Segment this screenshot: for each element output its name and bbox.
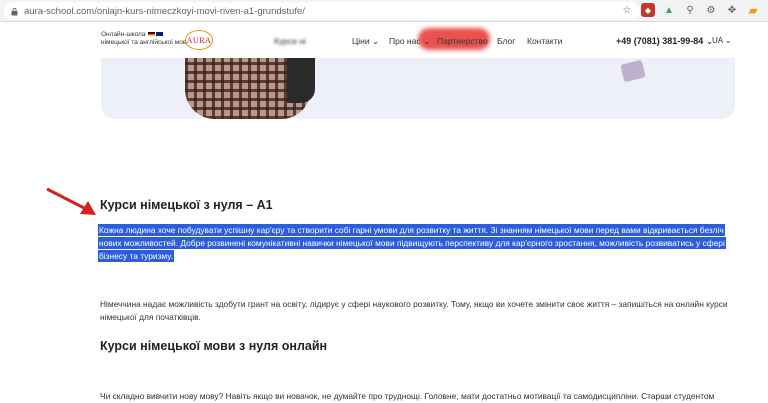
extension-bars-icon[interactable]: ▲	[662, 3, 676, 17]
address-bar[interactable]: aura-school.com/onlajn-kurs-nimeczkoyi-m…	[4, 2, 640, 20]
browser-actions: ☆ ◆ ▲ ⚲ ⚙ ✥ ▰ a ⋮	[620, 3, 768, 17]
phone-number[interactable]: +49 (7081) 381-99-84 ⌄	[616, 36, 713, 47]
red-arrow-annotation	[46, 187, 96, 215]
chevron-down-icon: ⌄	[422, 36, 431, 46]
extension-search-icon[interactable]: ⚲	[683, 3, 697, 17]
star-icon[interactable]: ☆	[620, 3, 634, 17]
nav-courses[interactable]: Курси ні	[274, 36, 306, 46]
url-text: aura-school.com/onlajn-kurs-nimeczkoyi-m…	[24, 5, 305, 17]
german-flag-icon	[148, 32, 156, 37]
selected-text[interactable]: Кожна людина хоче побудувати успішну кар…	[98, 224, 726, 262]
extension-shield-icon[interactable]: ◆	[641, 3, 655, 17]
chevron-down-icon: ⌄	[724, 36, 732, 45]
intro-paragraph-selected[interactable]: Кожна людина хоче побудувати успішну кар…	[98, 224, 740, 263]
language-selector[interactable]: UA ⌄	[712, 36, 732, 45]
site-header: Онлайн-школа німецької та англійської мо…	[0, 22, 768, 58]
extension-tag-icon[interactable]: ▰	[746, 3, 760, 17]
logo-line-2: німецької та англійської мов	[101, 39, 187, 46]
extension-puzzle-icon[interactable]: ✥	[725, 3, 739, 17]
aura-logo[interactable]: AURA	[185, 30, 213, 50]
hero-bag-image	[287, 58, 315, 103]
nav-prices[interactable]: Ціни ⌄	[352, 36, 379, 47]
nav-about[interactable]: Про нас ⌄	[389, 36, 430, 47]
nav-contacts[interactable]: Контакти	[527, 36, 562, 46]
page-title: Курси німецької з нуля – А1	[100, 198, 273, 212]
paragraph-grant: Німеччина надає можливість здобути грант…	[100, 299, 728, 322]
browser-toolbar: aura-school.com/onlajn-kurs-nimeczkoyi-m…	[0, 0, 768, 22]
logo-line-1: Онлайн-школа	[101, 31, 146, 38]
logo-caption[interactable]: Онлайн-школа німецької та англійської мо…	[101, 31, 186, 47]
nav-blog[interactable]: Блог	[497, 36, 515, 46]
section-heading-online: Курси німецької мови з нуля онлайн	[100, 339, 328, 353]
nav-partnership[interactable]: Партнерство	[437, 36, 488, 46]
chevron-down-icon: ⌄	[372, 36, 380, 46]
lock-icon[interactable]	[10, 7, 19, 16]
uk-flag-icon	[156, 32, 164, 37]
extension-settings-icon[interactable]: ⚙	[704, 3, 718, 17]
